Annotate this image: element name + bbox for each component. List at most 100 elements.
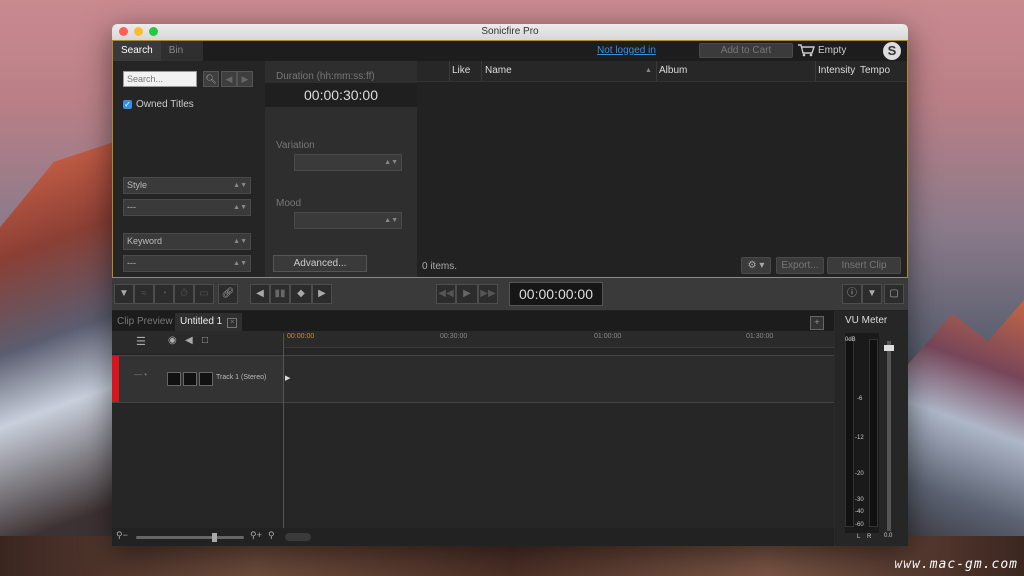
minimize-window-button[interactable]: [134, 27, 143, 36]
track-solo-icon[interactable]: [183, 372, 197, 386]
chevron-updown-icon: ▲▼: [384, 159, 398, 166]
transport-timecode: 00:00:00:00: [509, 282, 603, 306]
close-window-button[interactable]: [119, 27, 128, 36]
add-to-cart-button[interactable]: Add to Cart: [699, 43, 793, 58]
fast-forward-icon[interactable]: ▶▶: [478, 284, 498, 304]
zoom-out-icon[interactable]: ⚲−: [116, 530, 128, 541]
keyframe-icon[interactable]: ◆: [290, 284, 312, 304]
rewind-icon[interactable]: ◀◀: [436, 284, 456, 304]
master-fader-knob[interactable]: [884, 345, 894, 351]
track-lock-icon[interactable]: [199, 372, 213, 386]
fader-value: 0.0: [884, 533, 893, 539]
playhead-marker-icon: ▶: [285, 375, 291, 382]
advanced-button[interactable]: Advanced...: [273, 255, 367, 272]
vu-meter-title: VU Meter: [845, 315, 888, 326]
mood-select[interactable]: ▲▼: [294, 212, 402, 229]
layers-icon[interactable]: ☰: [136, 335, 146, 348]
login-link[interactable]: Not logged in: [597, 45, 656, 56]
column-tempo[interactable]: Tempo: [860, 65, 890, 76]
chevron-updown-icon: ▲▼: [233, 182, 247, 189]
previous-icon[interactable]: ◀: [250, 284, 270, 304]
column-name[interactable]: Name: [485, 65, 512, 76]
next-icon[interactable]: ▶: [312, 284, 332, 304]
zoom-slider[interactable]: [136, 533, 244, 542]
cart-status: Empty: [818, 45, 847, 56]
variation-select[interactable]: ▲▼: [294, 154, 402, 171]
lock-icon[interactable]: □: [202, 335, 208, 346]
style-label: Style: [127, 180, 148, 190]
settings-dropdown-button[interactable]: ⚙ ▾: [741, 257, 771, 274]
search-input[interactable]: [123, 71, 197, 87]
zoom-fit-icon[interactable]: ⚲: [268, 530, 275, 541]
tab-search[interactable]: Search: [113, 41, 161, 61]
column-intensity[interactable]: Intensity: [818, 65, 855, 76]
results-header: Like Name ▲ Album Intensity Tempo: [417, 61, 907, 82]
vu-channel-label: R: [867, 534, 872, 540]
add-track-button[interactable]: +: [810, 316, 824, 330]
vu-bar-right: [869, 339, 878, 527]
vu-scale-label: 0dB: [845, 337, 856, 343]
style-value-select[interactable]: --- ▲▼: [123, 199, 251, 216]
vu-scale-label: -60: [855, 522, 864, 528]
duration-label: Duration (hh:mm:ss:ff): [276, 71, 375, 82]
info-icon[interactable]: ⓘ: [842, 284, 862, 304]
style-select[interactable]: Style ▲▼: [123, 177, 251, 194]
mood-icon[interactable]: ◔: [154, 284, 174, 304]
owned-titles-checkbox[interactable]: ✓ Owned Titles: [123, 99, 194, 110]
headphones-icon[interactable]: ◉: [168, 335, 177, 346]
chevron-updown-icon: ▲▼: [233, 260, 247, 267]
tab-untitled-1-label: Untitled 1: [180, 316, 223, 327]
checkmark-icon: ✓: [123, 100, 132, 109]
close-tab-icon[interactable]: ×: [227, 318, 238, 328]
export-button[interactable]: Export...: [776, 257, 824, 274]
horizontal-scrollbar[interactable]: [285, 533, 311, 541]
zoom-slider-knob[interactable]: [212, 533, 217, 542]
link-icon[interactable]: 🔗︎: [218, 284, 238, 304]
marker-view-icon[interactable]: ▼: [862, 284, 882, 304]
search-icon[interactable]: 🔍︎: [203, 71, 219, 87]
marker-icon[interactable]: ▼: [114, 284, 134, 304]
desktop-mountain-right: [904, 300, 1024, 576]
column-album[interactable]: Album: [659, 65, 687, 76]
duration-field[interactable]: 00:00:30:00: [265, 83, 417, 107]
video-icon[interactable]: ▭: [194, 284, 214, 304]
master-fader-track[interactable]: [887, 341, 891, 531]
tab-clip-preview[interactable]: Clip Preview: [112, 313, 178, 331]
zoom-bar: ⚲− ⚲+ ⚲: [112, 528, 834, 546]
vu-channel-label: L: [857, 534, 861, 540]
play-icon[interactable]: ▶: [456, 284, 478, 304]
insert-clip-button[interactable]: Insert Clip: [827, 257, 901, 274]
timer-icon[interactable]: ⏱: [174, 284, 194, 304]
column-like[interactable]: Like: [452, 65, 470, 76]
vu-scale-label: -12: [855, 435, 864, 441]
timeline-ruler[interactable]: 00:00:00 00:30:00 01:00:00 01:30:00: [284, 331, 834, 348]
track-header-bar: ☰ ◉ ◀ □: [112, 331, 282, 353]
window-icon[interactable]: ▢: [884, 284, 904, 304]
waveform-icon[interactable]: ≈: [134, 284, 154, 304]
vu-bar-left: [845, 339, 854, 527]
owned-titles-label: Owned Titles: [136, 99, 194, 110]
forward-arrow-icon[interactable]: ▶: [237, 71, 253, 87]
track-mute-icon[interactable]: [167, 372, 181, 386]
tab-bin[interactable]: Bin: [160, 41, 203, 61]
keyword-value-select[interactable]: --- ▲▼: [123, 255, 251, 272]
mood-label: Mood: [276, 198, 302, 209]
ruler-tick: 00:30:00: [440, 333, 468, 340]
track-lane[interactable]: ▶: [284, 356, 834, 402]
track-1[interactable]: — • Track 1 (Stereo) ▶: [112, 355, 834, 403]
vu-scale-label: -6: [857, 396, 863, 402]
keyword-select[interactable]: Keyword ▲▼: [123, 233, 251, 250]
sonicfire-logo-icon[interactable]: S: [883, 42, 901, 60]
tab-untitled-1[interactable]: Untitled 1 ×: [175, 313, 243, 331]
toolbar: ▼ ≈ ◔ ⏱ ▭ 🔗︎ ◀ ▮▮ ◆ ▶ ◀◀ ▶ ▶▶ 00:00:00:0…: [112, 278, 908, 311]
playhead-line[interactable]: [283, 333, 284, 528]
split-icon[interactable]: ▮▮: [270, 284, 290, 304]
chevron-updown-icon: ▲▼: [233, 204, 247, 211]
chevron-updown-icon: ▲▼: [384, 217, 398, 224]
results-list: Like Name ▲ Album Intensity Tempo 0 item…: [417, 61, 907, 277]
speaker-icon[interactable]: ◀: [185, 335, 193, 346]
back-arrow-icon[interactable]: ◀: [221, 71, 237, 87]
cart-icon[interactable]: [797, 43, 815, 57]
zoom-in-icon[interactable]: ⚲+: [250, 530, 262, 541]
zoom-window-button[interactable]: [149, 27, 158, 36]
